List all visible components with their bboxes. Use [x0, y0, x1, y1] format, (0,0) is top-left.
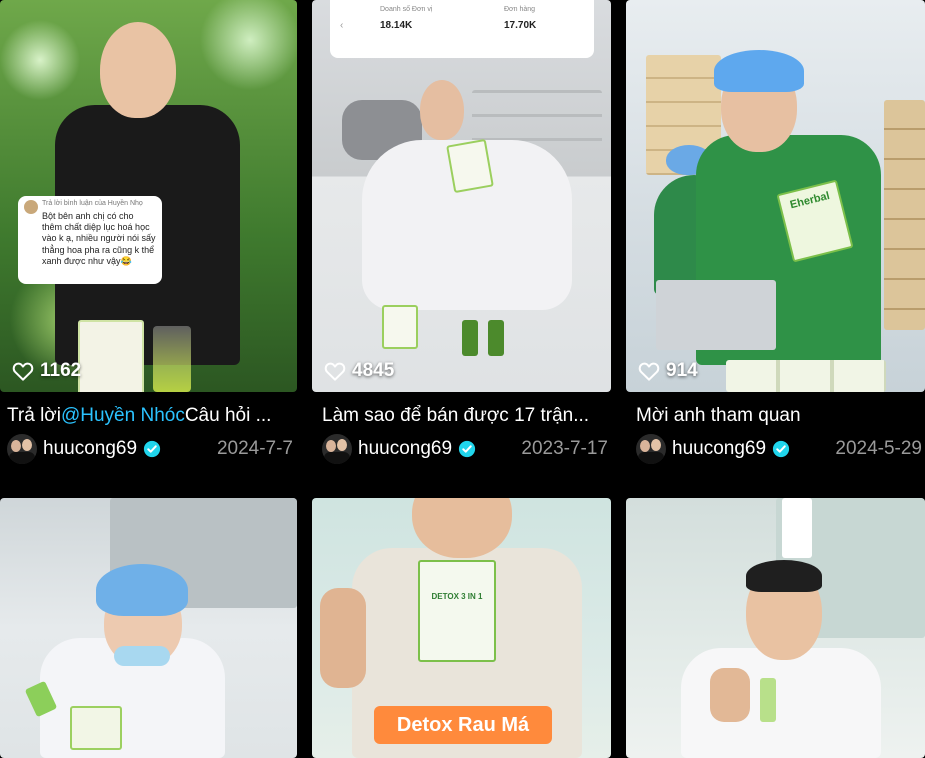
- poster: [782, 498, 812, 558]
- video-thumbnail: [312, 0, 611, 392]
- video-card-1[interactable]: Trả lời bình luận của Huyền Nhọ Bột bên …: [0, 0, 297, 392]
- hand: [710, 668, 750, 722]
- verified-badge-icon: [458, 440, 476, 458]
- verified-badge-icon: [143, 440, 161, 458]
- author-avatar[interactable]: [322, 434, 352, 464]
- heart-outline-icon: [638, 362, 660, 381]
- product-sachet: [760, 678, 776, 722]
- video-card-5[interactable]: DETOX 3 IN 1 Detox Rau Má: [312, 498, 611, 758]
- reply-comment-text: Bột bên anh chị có cho thêm chất diệp lụ…: [42, 210, 156, 266]
- product-row: [726, 360, 886, 392]
- product-box: DETOX 3 IN 1: [418, 560, 496, 662]
- video-card-4[interactable]: [0, 498, 297, 758]
- commenter-avatar: [24, 200, 38, 214]
- stats-label-units: Doanh số Đơn vị: [380, 6, 433, 13]
- author-name[interactable]: huucong69: [672, 438, 766, 460]
- stats-value-orders: 17.70K: [504, 20, 537, 31]
- video-meta-3: huucong69 2024-5-29: [636, 433, 922, 465]
- verified-badge-icon: [772, 440, 790, 458]
- hair-cap: [96, 564, 188, 616]
- green-drink: [488, 320, 504, 356]
- stats-value-units: 18.14K: [380, 20, 413, 31]
- video-title-3[interactable]: Mời anh tham quan: [636, 405, 925, 427]
- video-meta-1: huucong69 2024-7-7: [7, 433, 293, 465]
- author-name[interactable]: huucong69: [43, 438, 137, 460]
- title-mention-link[interactable]: @Huyền Nhóc: [61, 405, 185, 426]
- title-rest: Câu hỏi ...: [184, 405, 272, 426]
- sales-stats-overlay: ‹ Doanh số Đơn vị 18.14K Đơn hàng 17.70K: [330, 0, 594, 58]
- like-count-value: 1162: [40, 360, 82, 381]
- stats-label-orders: Đơn hàng: [504, 6, 536, 13]
- author-avatar[interactable]: [7, 434, 37, 464]
- video-card-2[interactable]: ‹ Doanh số Đơn vị 18.14K Đơn hàng 17.70K…: [312, 0, 611, 392]
- post-date: 2024-7-7: [216, 438, 293, 459]
- video-meta-2: huucong69 2023-7-17: [322, 433, 608, 465]
- post-date: 2024-5-29: [835, 438, 922, 459]
- person-hair: [746, 560, 822, 592]
- author-name[interactable]: huucong69: [358, 438, 452, 460]
- product-box-label: Eherbal: [788, 189, 831, 212]
- author-avatar[interactable]: [636, 434, 666, 464]
- product-box: [446, 138, 494, 194]
- green-drink: [462, 320, 478, 356]
- video-thumbnail: Eherbal: [626, 0, 925, 392]
- reply-comment-overlay: Trả lời bình luận của Huyền Nhọ Bột bên …: [18, 196, 162, 284]
- laptop: [656, 280, 776, 350]
- face-mask: [114, 646, 170, 666]
- title-reply-prefix: Trả lời: [7, 405, 61, 426]
- caption-pill: Detox Rau Má: [374, 706, 552, 744]
- person-head: [420, 80, 464, 140]
- like-count: 4845: [324, 360, 394, 382]
- like-count: 914: [638, 360, 698, 382]
- product-box: [78, 320, 144, 392]
- stats-back-arrow: ‹: [340, 20, 344, 31]
- like-count-value: 4845: [352, 360, 395, 381]
- heart-outline-icon: [324, 362, 346, 381]
- product-box-floor: [382, 305, 418, 349]
- product-box-label: DETOX 3 IN 1: [431, 592, 483, 601]
- heart-outline-icon: [12, 362, 34, 381]
- like-count: 1162: [12, 360, 81, 382]
- video-card-6[interactable]: [626, 498, 925, 758]
- thumbs-up-hand: [320, 588, 366, 688]
- video-card-3[interactable]: Eherbal 914: [626, 0, 925, 392]
- video-title-1[interactable]: Trả lời@Huyền NhócCâu hỏi ...: [7, 405, 297, 427]
- video-thumbnail: [626, 498, 925, 758]
- reply-comment-header: Trả lời bình luận của Huyền Nhọ: [42, 200, 143, 207]
- like-count-value: 914: [666, 360, 698, 381]
- video-title-2[interactable]: Làm sao để bán được 17 trận...: [322, 405, 612, 427]
- video-thumbnail: [0, 498, 297, 758]
- carton-stack: [884, 100, 925, 330]
- post-date: 2023-7-17: [521, 438, 608, 459]
- hair-cap: [714, 50, 804, 92]
- person-head: [100, 22, 176, 118]
- juice-glass: [153, 326, 191, 392]
- product-box: [70, 706, 122, 750]
